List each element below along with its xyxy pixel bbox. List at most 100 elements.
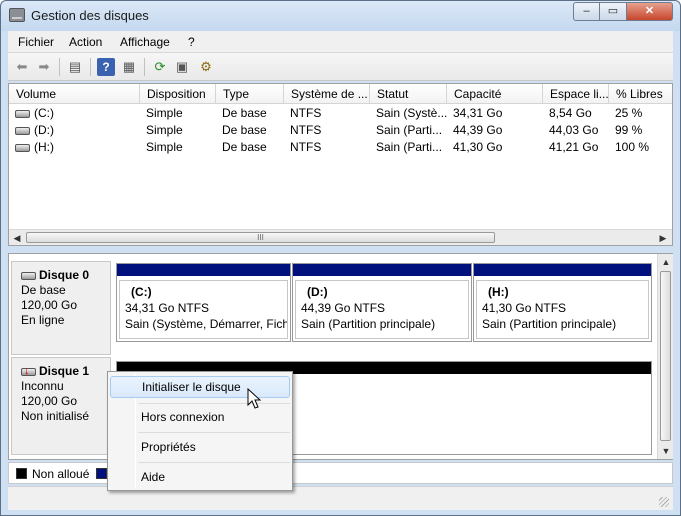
disk-1-label[interactable]: Disque 1 Inconnu 120,00 Go Non initialis… [11,357,111,455]
mouse-cursor-icon [247,388,262,409]
partition-status: Sain (Partition principale) [301,317,436,331]
context-menu: Initialiser le disque Hors connexion Pro… [107,371,293,491]
menu-fichier[interactable]: Fichier [18,35,54,49]
capacity-cell: 41,30 Go [453,140,503,154]
partition-bar [117,264,290,276]
type-cell: De base [222,140,267,154]
column-header-disposition[interactable]: Disposition [140,84,216,104]
scroll-thumb[interactable]: III [26,232,495,243]
disk-state: Non initialisé [21,409,90,423]
scroll-left-icon[interactable]: ◀ [11,232,23,244]
percent-free-cell: 100 % [615,140,650,154]
drive-icon [15,126,30,135]
status-cell: Sain (Parti... [376,123,443,137]
partition-status: Sain (Partition principale) [482,317,617,331]
title-bar: Gestion des disques – ▭ ✕ [1,1,680,31]
menu-bar: Fichier Action Affichage ? [8,31,673,53]
column-header-type[interactable]: Type [216,84,284,104]
menu-action[interactable]: Action [69,35,102,49]
toolbar: ⬅ ➡ ▤ ? ▦ ⟳ ▣ ⚙ [8,53,673,81]
legend-swatch-unallocated [16,468,27,479]
partition-status: Sain (Système, Démarrer, Fichi [125,317,288,331]
scroll-right-icon[interactable]: ▶ [657,232,669,244]
disk-error-icon [21,364,36,379]
close-button[interactable]: ✕ [626,2,673,21]
table-row[interactable]: (H:) Simple De base NTFS Sain (Parti... … [9,139,672,156]
menu-item-properties[interactable]: Propriétés [110,436,290,458]
disk-name: Disque 1 [39,364,90,378]
type-cell: De base [222,106,267,120]
menu-separator [138,462,290,463]
column-header-capacity[interactable]: Capacité [447,84,543,104]
disk-view-vscrollbar[interactable]: ▲ ▼ [657,254,673,459]
menu-separator [138,432,290,433]
settings-icon[interactable]: ⚙ [197,58,215,76]
disk-state: En ligne [21,313,65,327]
partition-c[interactable]: (C:) 34,31 Go NTFS Sain (Système, Démarr… [116,263,291,342]
partition-body: (H:) 41,30 Go NTFS Sain (Partition princ… [476,280,649,339]
menu-item-initialize-disk[interactable]: Initialiser le disque [110,376,290,398]
refresh-icon[interactable]: ⟳ [151,58,169,76]
disk-management-icon [9,8,25,22]
show-hide-icon[interactable]: ▦ [120,58,138,76]
disk-size: 120,00 Go [21,394,78,408]
column-header-free-space[interactable]: Espace li... [543,84,609,104]
column-header-filesystem[interactable]: Système de ... [284,84,370,104]
free-space-cell: 41,21 Go [549,140,599,154]
scroll-down-icon[interactable]: ▼ [660,445,672,457]
partition-d[interactable]: (D:) 44,39 Go NTFS Sain (Partition princ… [292,263,472,342]
table-row[interactable]: (D:) Simple De base NTFS Sain (Parti... … [9,122,672,139]
maximize-button[interactable]: ▭ [599,2,627,21]
legend-swatch-primary [96,468,107,479]
disk-size: 120,00 Go [21,298,78,312]
partition-h[interactable]: (H:) 41,30 Go NTFS Sain (Partition princ… [473,263,652,342]
filesystem-cell: NTFS [290,123,322,137]
volume-list-hscrollbar[interactable]: ◀ III ▶ [9,229,672,245]
partition-name: (C:) [131,285,152,299]
menu-item-help[interactable]: Aide [110,466,290,488]
legend-label-unallocated: Non alloué [32,467,90,481]
disk-kind: De base [21,283,66,297]
partition-bar [474,264,651,276]
column-header-status[interactable]: Statut [370,84,447,104]
drive-icon [15,109,30,118]
partition-size: 34,31 Go NTFS [125,301,210,315]
type-cell: De base [222,123,267,137]
minimize-button[interactable]: – [573,2,600,21]
partition-name: (H:) [488,285,509,299]
toolbar-separator [59,58,60,76]
partition-name: (D:) [307,285,328,299]
menu-help[interactable]: ? [188,35,195,49]
menu-item-offline[interactable]: Hors connexion [110,406,290,428]
status-cell: Sain (Systè... [376,106,447,120]
volume-cell: (C:) [11,105,140,122]
volume-cell: (D:) [11,122,140,139]
resize-grip-icon[interactable] [659,497,669,507]
partition-body: (C:) 34,31 Go NTFS Sain (Système, Démarr… [119,280,288,339]
volume-list-header: Volume Disposition Type Système de ... S… [9,84,672,104]
help-icon[interactable]: ? [97,58,115,76]
toolbar-separator [144,58,145,76]
volume-list: Volume Disposition Type Système de ... S… [8,83,673,246]
disk-0-label[interactable]: Disque 0 De base 120,00 Go En ligne [11,261,111,355]
back-icon[interactable]: ⬅ [13,58,31,76]
percent-free-cell: 25 % [615,106,643,120]
menu-affichage[interactable]: Affichage [120,35,170,49]
properties-icon[interactable]: ▣ [173,58,191,76]
window-title: Gestion des disques [31,8,149,23]
console-tree-icon[interactable]: ▤ [66,58,84,76]
table-row[interactable]: (C:) Simple De base NTFS Sain (Systè... … [9,105,672,122]
toolbar-separator [90,58,91,76]
scroll-thumb[interactable] [660,271,671,441]
filesystem-cell: NTFS [290,106,322,120]
column-header-volume[interactable]: Volume [9,84,140,104]
disk-kind: Inconnu [21,379,64,393]
disk-management-window: Gestion des disques – ▭ ✕ Fichier Action… [0,0,681,516]
partition-body: (D:) 44,39 Go NTFS Sain (Partition princ… [295,280,469,339]
scroll-up-icon[interactable]: ▲ [660,256,672,268]
disposition-cell: Simple [146,140,183,154]
column-header-percent-free[interactable]: % Libres [609,84,672,104]
forward-icon[interactable]: ➡ [35,58,53,76]
disposition-cell: Simple [146,106,183,120]
disk-icon [21,271,36,280]
